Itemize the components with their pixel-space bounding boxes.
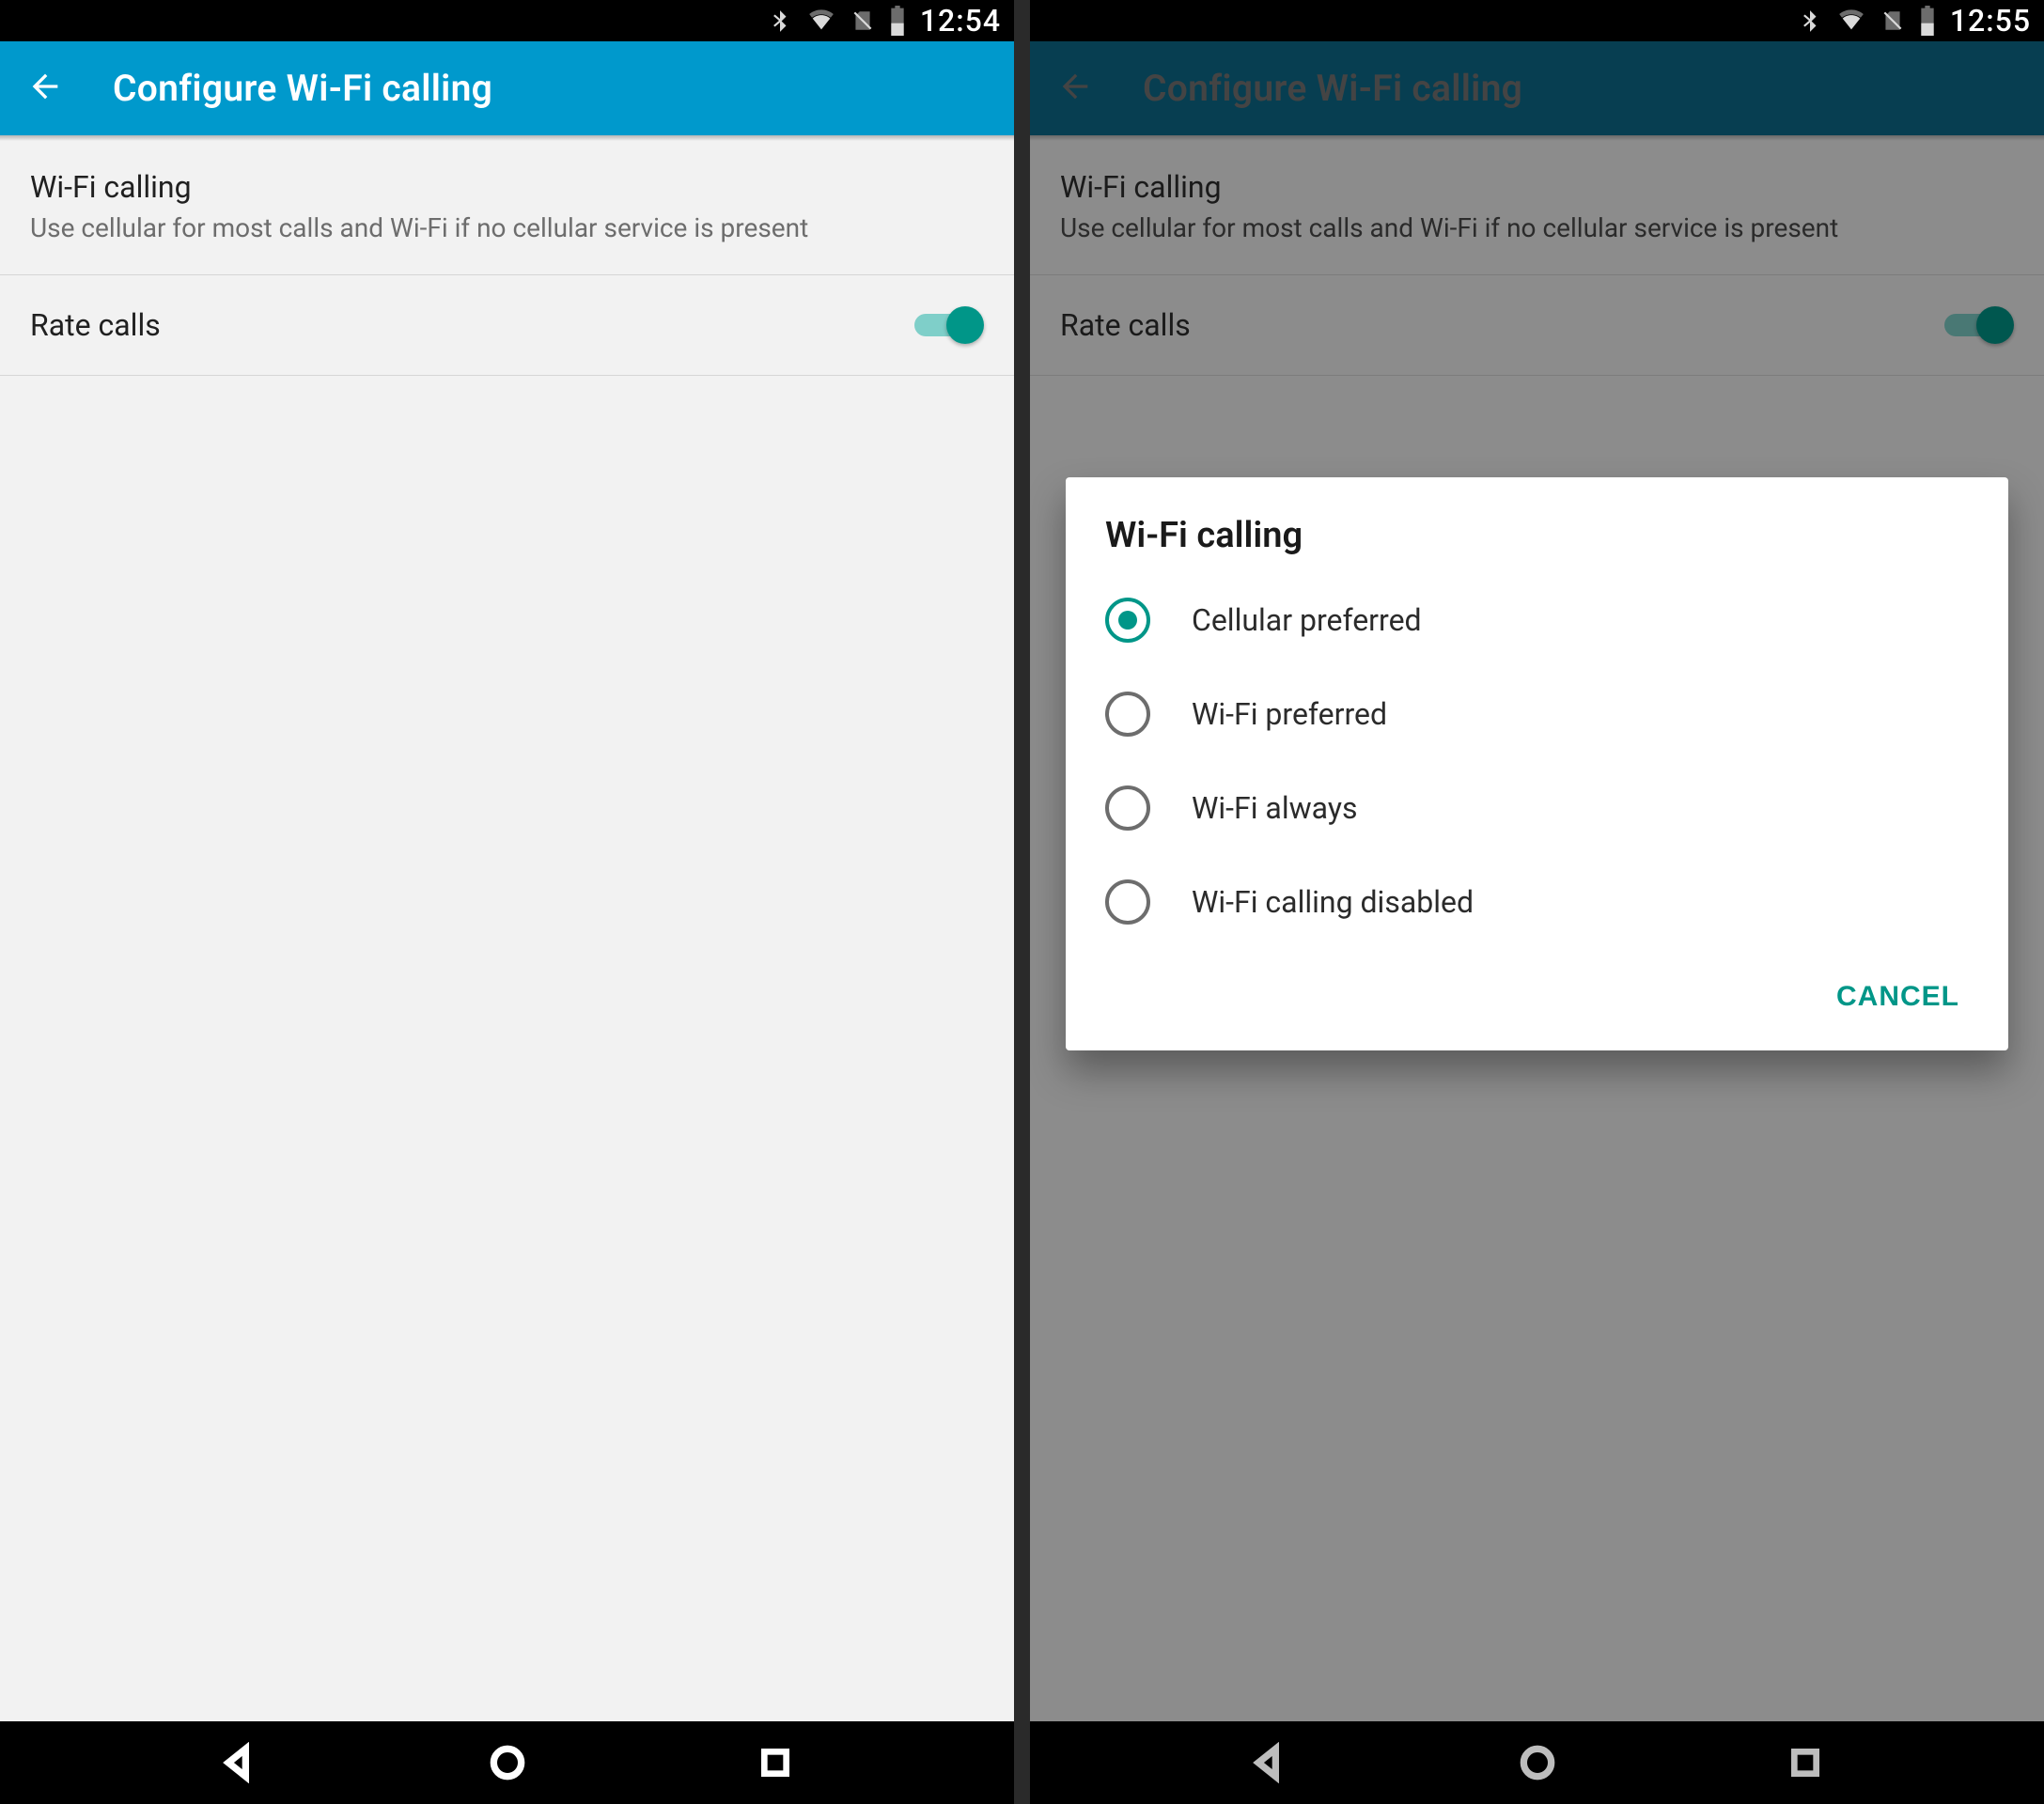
battery-icon (888, 6, 907, 36)
nav-back-icon (1248, 1742, 1289, 1783)
nav-home-button[interactable] (478, 1734, 537, 1792)
option-label: Wi-Fi preferred (1192, 696, 1387, 732)
wifi-calling-dialog: Wi-Fi calling Cellular preferred Wi-Fi p… (1066, 477, 2008, 1050)
status-clock: 12:54 (920, 3, 1001, 39)
option-cellular-preferred[interactable]: Cellular preferred (1066, 573, 2008, 667)
radio-icon (1105, 785, 1150, 831)
nav-home-icon (487, 1742, 528, 1783)
radio-icon (1105, 598, 1150, 643)
option-wifi-preferred[interactable]: Wi-Fi preferred (1066, 667, 2008, 761)
dialog-title: Wi-Fi calling (1066, 515, 2008, 573)
rate-calls-toggle[interactable] (914, 303, 984, 347)
wifi-icon (805, 8, 837, 34)
wifi-icon (1835, 8, 1867, 34)
dialog-actions: CANCEL (1066, 949, 2008, 1034)
cancel-button[interactable]: CANCEL (1819, 968, 1976, 1026)
option-label: Wi-Fi always (1192, 790, 1357, 826)
switch-thumb (946, 306, 984, 344)
settings-list: Wi-Fi calling Use cellular for most call… (0, 141, 1014, 376)
setting-summary: Use cellular for most calls and Wi-Fi if… (30, 210, 984, 246)
setting-title: Wi-Fi calling (30, 169, 984, 205)
bluetooth-icon (768, 6, 792, 36)
app-bar: Configure Wi-Fi calling (0, 41, 1014, 135)
nav-back-icon (218, 1742, 259, 1783)
navigation-bar (1030, 1721, 2044, 1804)
nav-recent-icon (1787, 1744, 1824, 1781)
page-title: Configure Wi-Fi calling (113, 67, 492, 110)
nav-back-button[interactable] (210, 1734, 268, 1792)
option-label: Wi-Fi calling disabled (1192, 884, 1474, 920)
back-button[interactable] (26, 68, 64, 109)
nav-home-icon (1517, 1742, 1558, 1783)
arrow-back-icon (26, 68, 64, 105)
radio-icon (1105, 879, 1150, 925)
no-sim-icon (1880, 6, 1905, 36)
screenshot-right: 12:55 Configure Wi-Fi calling Wi-Fi call… (1030, 0, 2044, 1804)
option-wifi-always[interactable]: Wi-Fi always (1066, 761, 2008, 855)
navigation-bar (0, 1721, 1014, 1804)
no-sim-icon (850, 6, 875, 36)
nav-recent-button[interactable] (746, 1734, 804, 1792)
status-bar: 12:54 (0, 0, 1014, 41)
battery-icon (1918, 6, 1937, 36)
wifi-calling-setting[interactable]: Wi-Fi calling Use cellular for most call… (0, 141, 1014, 275)
status-clock: 12:55 (1950, 3, 2031, 39)
status-bar: 12:55 (1030, 0, 2044, 41)
option-label: Cellular preferred (1192, 602, 1422, 638)
radio-icon (1105, 692, 1150, 737)
rate-calls-setting[interactable]: Rate calls (0, 275, 1014, 376)
nav-back-button[interactable] (1240, 1734, 1298, 1792)
bluetooth-icon (1798, 6, 1822, 36)
nav-home-button[interactable] (1508, 1734, 1567, 1792)
screenshot-left: 12:54 Configure Wi-Fi calling Wi-Fi call… (0, 0, 1014, 1804)
nav-recent-button[interactable] (1776, 1734, 1834, 1792)
setting-title: Rate calls (30, 307, 161, 343)
option-wifi-calling-disabled[interactable]: Wi-Fi calling disabled (1066, 855, 2008, 949)
nav-recent-icon (757, 1744, 794, 1781)
